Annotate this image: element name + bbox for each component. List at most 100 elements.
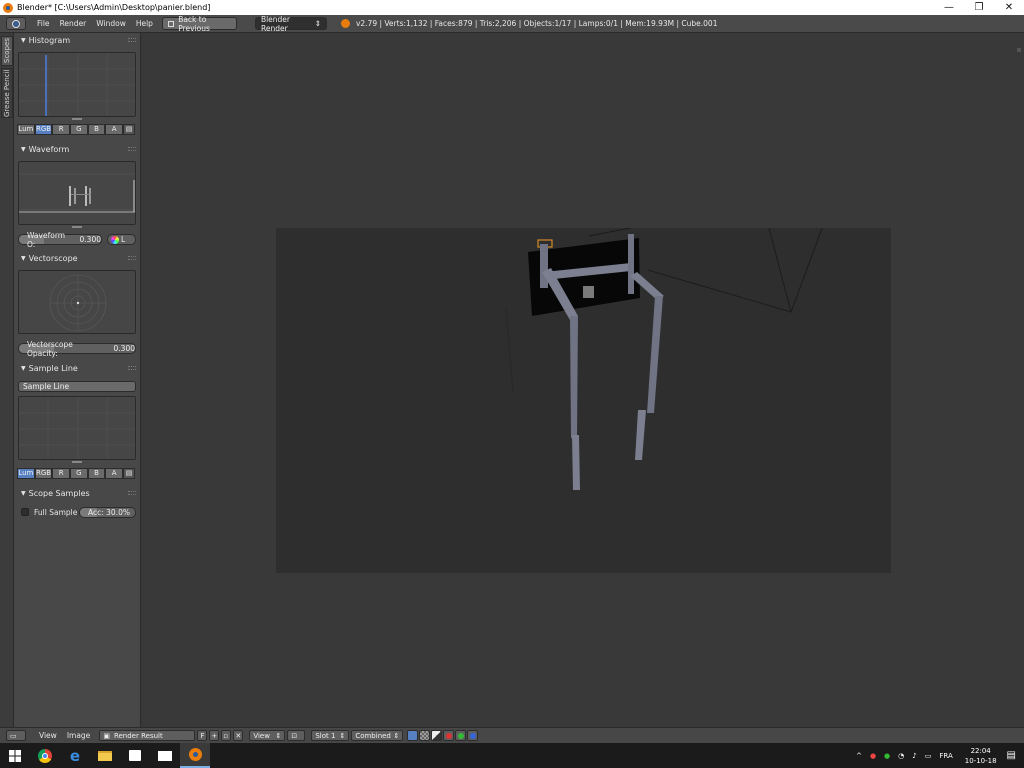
histogram-mode-rgb[interactable]: RGB xyxy=(34,124,53,135)
restore-button[interactable]: ❐ xyxy=(964,0,994,15)
sample-line-display[interactable] xyxy=(18,396,136,460)
action-center-icon[interactable]: ▤ xyxy=(1007,750,1016,761)
pivot-icon[interactable]: ⊡ xyxy=(287,730,306,741)
volume-icon[interactable]: ♪ xyxy=(912,752,916,760)
screen-icon xyxy=(167,20,175,27)
dropdown-arrows-icon: ⇕ xyxy=(393,731,400,740)
sample-line-mode-rgb[interactable]: RGB xyxy=(34,468,53,479)
waveform-opacity-slider[interactable]: Waveform O: 0.300 xyxy=(18,231,102,249)
windows-taskbar: e ^ ● ● ◔ ♪ ▭ FRA 22:04 10-10-18 ▤ xyxy=(0,743,1024,768)
render-engine-dropdown[interactable]: Blender Render ⇕ xyxy=(254,15,327,33)
keyboard-icon[interactable]: ▭ xyxy=(925,752,932,760)
waveform-panel-header[interactable]: ▼ Waveform xyxy=(14,142,141,156)
resize-handle[interactable] xyxy=(72,226,82,228)
accuracy-slider[interactable]: Acc: 30.0% xyxy=(79,507,136,518)
view-mode-dropdown[interactable]: View ⇕ xyxy=(249,730,286,741)
sample-line-graph xyxy=(19,397,135,459)
new-image-icon[interactable]: + xyxy=(209,730,220,741)
panel-grip-icon[interactable] xyxy=(128,256,136,260)
waveform-display[interactable] xyxy=(18,161,136,225)
waveform-mode-dropdown[interactable]: L xyxy=(107,234,136,245)
display-blue-channel-icon[interactable] xyxy=(467,730,479,741)
display-green-channel-icon[interactable] xyxy=(455,730,467,741)
green-dot-icon xyxy=(457,732,464,739)
sample-line-button[interactable]: Sample Line xyxy=(18,381,136,392)
display-rgb-alpha-icon[interactable] xyxy=(407,730,419,741)
histogram-mode-lum[interactable]: Lum xyxy=(17,124,35,135)
vectorscope-display[interactable] xyxy=(18,270,136,334)
slot-dropdown[interactable]: Slot 1 ⇕ xyxy=(311,730,350,741)
panel-grip-icon[interactable] xyxy=(128,38,136,42)
resize-handle[interactable] xyxy=(72,461,82,463)
sample-line-title: Sample Line xyxy=(28,363,78,373)
view-mode-label: View xyxy=(253,731,270,740)
mail-taskbar-icon[interactable] xyxy=(150,743,180,768)
panel-grip-icon[interactable] xyxy=(128,147,136,151)
histogram-mode-a[interactable]: A xyxy=(105,124,124,135)
tab-scopes[interactable]: Scopes xyxy=(1,36,13,66)
scope-samples-panel-header[interactable]: ▼ Scope Samples xyxy=(14,486,141,500)
display-z-buffer-icon[interactable] xyxy=(431,730,443,741)
render-result-canvas[interactable] xyxy=(276,222,891,573)
tool-tab-strip: Scopes Grease Pencil xyxy=(0,33,14,727)
tab-grease-pencil[interactable]: Grease Pencil xyxy=(1,68,13,118)
unlink-image-icon[interactable]: ✕ xyxy=(233,730,244,741)
chrome-taskbar-icon[interactable] xyxy=(30,743,60,768)
blender-taskbar-icon[interactable] xyxy=(180,743,210,768)
rendered-basket-hoop xyxy=(505,222,825,490)
histogram-mode-b[interactable]: B xyxy=(87,124,106,135)
menu-help[interactable]: Help xyxy=(131,17,158,30)
menu-view[interactable]: View xyxy=(34,729,62,742)
panel-grip-icon[interactable] xyxy=(128,491,136,495)
image-browse-field[interactable]: ▣ Render Result xyxy=(99,730,196,741)
red-dot-icon xyxy=(445,732,452,739)
scope-samples-title: Scope Samples xyxy=(28,488,90,498)
histogram-mode-g[interactable]: G xyxy=(70,124,88,135)
input-language[interactable]: FRA xyxy=(939,752,952,760)
histogram-mode-r[interactable]: R xyxy=(52,124,71,135)
editor-corner-icon[interactable] xyxy=(1017,48,1021,52)
show-hidden-icons-icon[interactable]: ^ xyxy=(856,752,862,760)
menu-render[interactable]: Render xyxy=(55,17,92,30)
tray-app-icon[interactable]: ● xyxy=(870,752,876,760)
resize-handle[interactable] xyxy=(72,118,82,120)
image-editor-type-selector[interactable]: ▭ xyxy=(6,730,26,741)
waveform-mode-value: L xyxy=(121,235,126,244)
store-taskbar-icon[interactable] xyxy=(120,743,150,768)
menu-image[interactable]: Image xyxy=(62,729,96,742)
sample-line-mode-r[interactable]: R xyxy=(52,468,71,479)
panel-grip-icon[interactable] xyxy=(128,366,136,370)
render-pass-dropdown[interactable]: Combined ⇕ xyxy=(351,730,404,741)
tray-sync-icon[interactable]: ● xyxy=(884,752,890,760)
sample-line-log-toggle-icon[interactable]: ▤ xyxy=(123,468,136,479)
vectorscope-panel-header[interactable]: ▼ Vectorscope xyxy=(14,251,141,265)
editor-type-selector[interactable] xyxy=(6,17,26,30)
edge-taskbar-icon[interactable]: e xyxy=(60,743,90,768)
sample-line-panel-header[interactable]: ▼ Sample Line xyxy=(14,361,141,375)
file-explorer-taskbar-icon[interactable] xyxy=(90,743,120,768)
clock[interactable]: 22:04 10-10-18 xyxy=(965,746,997,766)
start-button[interactable] xyxy=(0,743,30,768)
sample-line-mode-lum[interactable]: Lum xyxy=(17,468,35,479)
sample-line-mode-g[interactable]: G xyxy=(70,468,88,479)
display-alpha-icon[interactable] xyxy=(419,730,431,741)
histogram-log-toggle-icon[interactable]: ▤ xyxy=(123,124,136,135)
network-icon[interactable]: ◔ xyxy=(898,752,904,760)
minimize-button[interactable]: — xyxy=(934,0,964,15)
close-button[interactable]: ✕ xyxy=(994,0,1024,15)
sample-line-mode-a[interactable]: A xyxy=(105,468,124,479)
full-sample-checkbox[interactable] xyxy=(21,508,29,516)
back-to-previous-label: Back to Previous xyxy=(178,14,210,33)
fake-user-button[interactable]: F xyxy=(197,730,208,741)
scene-statistics: v2.79 | Verts:1,132 | Faces:879 | Tris:2… xyxy=(355,19,718,28)
histogram-display[interactable] xyxy=(18,52,136,117)
vectorscope-opacity-slider[interactable]: Vectorscope Opacity: 0.300 xyxy=(18,340,136,358)
open-image-icon[interactable]: ▫ xyxy=(221,730,232,741)
menu-window[interactable]: Window xyxy=(91,17,131,30)
image-editor-area[interactable] xyxy=(141,33,1024,727)
histogram-panel-header[interactable]: ▼ Histogram xyxy=(14,33,141,47)
menu-file[interactable]: File xyxy=(32,17,55,30)
sample-line-mode-b[interactable]: B xyxy=(87,468,106,479)
display-red-channel-icon[interactable] xyxy=(443,730,455,741)
back-to-previous-button[interactable]: Back to Previous xyxy=(161,14,237,33)
